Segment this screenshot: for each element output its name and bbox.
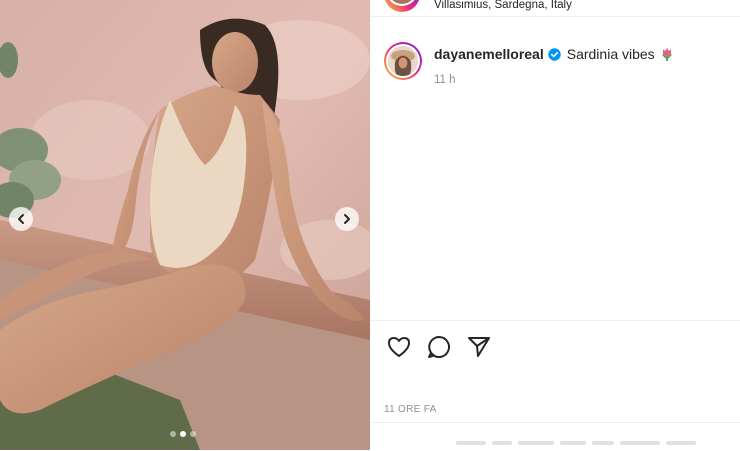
caption: dayanemelloreal Sardinia vibes — [434, 46, 675, 62]
carousel-dot — [170, 431, 176, 437]
comment-bubble-icon — [428, 336, 450, 358]
comment-button[interactable] — [426, 334, 452, 360]
username-link[interactable]: dayanemelloreal — [434, 46, 544, 62]
like-button[interactable] — [386, 334, 412, 360]
heart-icon — [388, 337, 410, 357]
caption-avatar[interactable] — [384, 42, 422, 80]
post-location[interactable]: Villasimius, Sardegna, Italy — [434, 0, 572, 11]
post-date[interactable]: 11 ORE FA — [384, 404, 437, 415]
paper-plane-icon — [468, 337, 490, 357]
chevron-left-icon — [18, 214, 24, 224]
carousel-dot-active — [180, 431, 186, 437]
share-button[interactable] — [466, 334, 492, 360]
comment-divider — [370, 422, 740, 423]
carousel-indicator — [170, 431, 196, 437]
carousel-dot — [190, 431, 196, 437]
caption-text: Sardinia vibes — [566, 46, 655, 62]
carousel-next-button[interactable] — [335, 207, 359, 231]
verified-badge-icon — [548, 47, 561, 61]
photo-illustration — [0, 0, 370, 450]
tulip-icon — [659, 46, 675, 62]
header-avatar[interactable] — [384, 0, 420, 12]
post-photo[interactable] — [0, 0, 370, 450]
actions-divider — [370, 320, 740, 321]
chevron-right-icon — [344, 214, 350, 224]
post-header: Villasimius, Sardegna, Italy — [370, 0, 740, 17]
post-side-panel: Villasimius, Sardegna, Italy dayanemello… — [370, 0, 740, 450]
post-time: 11 h — [434, 74, 456, 86]
avatar-picture — [388, 46, 418, 76]
carousel-prev-button[interactable] — [9, 207, 33, 231]
